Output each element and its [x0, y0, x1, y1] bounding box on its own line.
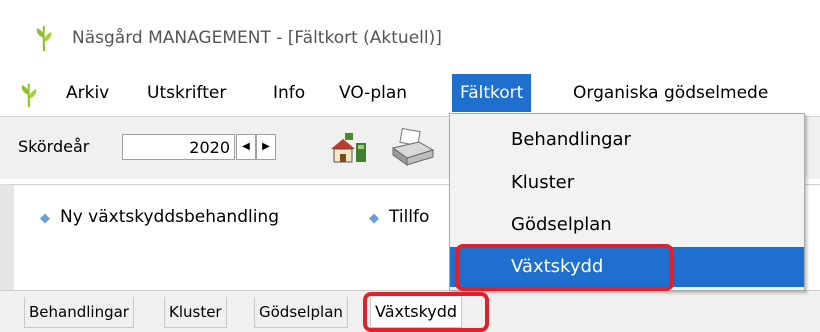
task-tillfoga[interactable]: ◆ Tillfo [369, 207, 429, 227]
tab-vaxtskydd[interactable]: Växtskydd [370, 297, 463, 328]
tab-kluster[interactable]: Kluster [164, 297, 227, 328]
harvest-year-label: Skördeår [18, 137, 90, 156]
app-leaf-icon [33, 24, 55, 57]
menu-arkiv[interactable]: Arkiv [58, 74, 117, 112]
task-label: Tillfo [389, 207, 430, 227]
harvest-year-input[interactable] [122, 134, 235, 160]
farm-house-icon[interactable] [329, 131, 369, 170]
dropdown-item-kluster[interactable]: Kluster [450, 163, 804, 203]
menu-bar: Arkiv Utskrifter Info VO-plan Fältkort O… [0, 74, 820, 114]
faltkort-dropdown-menu: Behandlingar Kluster Gödselplan Växtskyd… [449, 113, 805, 291]
bottom-tab-bar: Behandlingar Kluster Gödselplan Växtskyd… [0, 290, 820, 332]
bullet-icon: ◆ [369, 211, 379, 226]
tab-behandlingar[interactable]: Behandlingar [24, 297, 134, 328]
menu-vo-plan[interactable]: VO-plan [331, 74, 415, 112]
dropdown-item-godselplan[interactable]: Gödselplan [450, 205, 804, 245]
bullet-icon: ◆ [40, 211, 50, 226]
year-decrement-button[interactable]: ◀ [236, 134, 256, 160]
menu-organiska-godselmedel[interactable]: Organiska gödselmede [565, 74, 776, 112]
window-title: Näsgård MANAGEMENT - [Fältkort (Aktuell)… [72, 28, 442, 48]
title-bar: Näsgård MANAGEMENT - [Fältkort (Aktuell)… [0, 0, 820, 74]
year-increment-button[interactable]: ▶ [256, 134, 276, 160]
printer-icon[interactable] [389, 127, 435, 173]
menu-utskrifter[interactable]: Utskrifter [139, 74, 234, 112]
tab-godselplan[interactable]: Gödselplan [254, 297, 348, 328]
menu-leaf-icon [18, 82, 40, 113]
task-label: Ny växtskyddsbehandling [60, 207, 279, 227]
menu-info[interactable]: Info [265, 74, 313, 112]
dropdown-item-vaxtskydd[interactable]: Växtskydd [450, 247, 804, 287]
menu-faltkort[interactable]: Fältkort [452, 74, 532, 112]
task-new-crop-protection[interactable]: ◆ Ny växtskyddsbehandling [40, 207, 279, 227]
dropdown-item-behandlingar[interactable]: Behandlingar [450, 120, 804, 160]
